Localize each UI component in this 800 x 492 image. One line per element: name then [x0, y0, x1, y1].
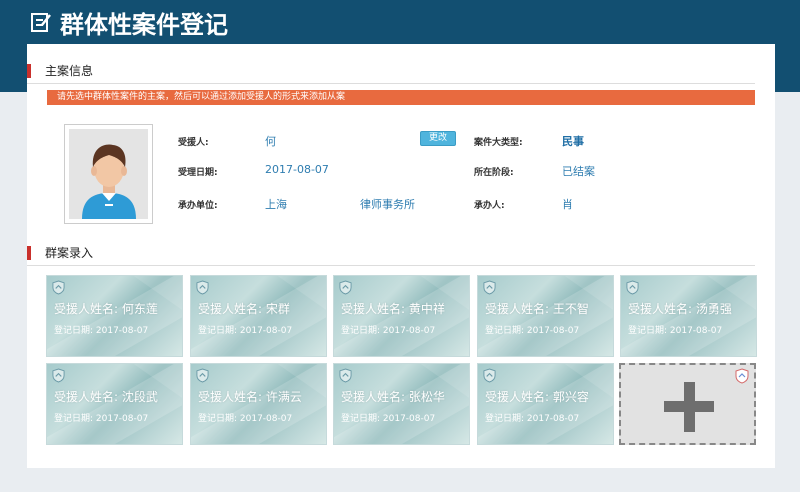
card-recipient-name: 受援人姓名: 沈段武: [54, 390, 158, 404]
card-recipient-name: 受援人姓名: 汤勇强: [628, 302, 732, 316]
main-panel: 主案信息 请先选中群体性案件的主案，然后可以通过添加受援人的形式来添加从案 受援…: [27, 44, 775, 468]
case-card[interactable]: 受援人姓名: 汤勇强登记日期: 2017-08-07: [620, 275, 757, 357]
case-card[interactable]: 受援人姓名: 郭兴容登记日期: 2017-08-07: [477, 363, 614, 445]
section-main-case: 主案信息: [27, 64, 755, 84]
shield-badge-icon: [626, 280, 639, 299]
case-type-value: 民事: [562, 135, 584, 148]
shield-badge-icon: [339, 280, 352, 299]
shield-badge-icon: [483, 368, 496, 387]
stage-label: 所在阶段:: [474, 168, 514, 178]
avatar-placeholder-icon: [69, 129, 148, 219]
unit-firm: 律师事务所: [360, 198, 415, 211]
card-recipient-name: 受援人姓名: 许满云: [198, 390, 302, 404]
card-register-date: 登记日期: 2017-08-07: [198, 326, 293, 336]
plus-icon-vertical: [684, 382, 695, 432]
case-card-grid: 受援人姓名: 郭兴容 登记日期: 2017-08-07 受援人姓名: 张松华 登记日期…: [46, 275, 758, 447]
card-recipient-name: 受援人姓名: 宋群: [198, 302, 290, 316]
shield-badge-icon: [483, 280, 496, 299]
section-marker: [27, 246, 31, 260]
notice-banner: 请先选中群体性案件的主案，然后可以通过添加受援人的形式来添加从案: [47, 90, 755, 105]
section-title: 主案信息: [45, 64, 94, 78]
card-register-date: 登记日期: 2017-08-07: [628, 326, 723, 336]
case-card[interactable]: 受援人姓名: 沈段武登记日期: 2017-08-07: [46, 363, 183, 445]
section-title: 群案录入: [45, 246, 94, 260]
case-type-label: 案件大类型:: [474, 138, 523, 148]
recipient-label: 受援人:: [178, 138, 209, 148]
recipient-value: 何: [265, 135, 276, 148]
handler-label: 承办人:: [474, 201, 505, 211]
unit-city: 上海: [265, 198, 287, 211]
card-register-date: 登记日期: 2017-08-07: [485, 414, 580, 424]
card-register-date: 登记日期: 2017-08-07: [54, 326, 149, 336]
card-register-date: 登记日期: 2017-08-07: [485, 326, 580, 336]
accept-date-value: 2017-08-07: [265, 163, 329, 176]
card-register-date: 登记日期: 2017-08-07: [341, 326, 436, 336]
case-card[interactable]: 受援人姓名: 许满云登记日期: 2017-08-07: [190, 363, 327, 445]
card-recipient-name: 受援人姓名: 王不智: [485, 302, 589, 316]
card-recipient-name: 受援人姓名: 何东莲: [54, 302, 158, 316]
shield-badge-icon: [196, 368, 209, 387]
avatar: [64, 124, 153, 224]
shield-badge-icon: [52, 280, 65, 299]
shield-badge-icon: [52, 368, 65, 387]
section-marker: [27, 64, 31, 78]
case-card[interactable]: 受援人姓名: 王不智登记日期: 2017-08-07: [477, 275, 614, 357]
shield-badge-icon: [339, 368, 352, 387]
shield-badge-icon: [735, 368, 749, 388]
section-group-cases: 群案录入: [27, 246, 755, 266]
handler-value: 肖: [562, 198, 573, 211]
case-card[interactable]: 受援人姓名: 何东莲登记日期: 2017-08-07: [46, 275, 183, 357]
page-title: 群体性案件登记: [30, 6, 228, 39]
stage-value: 已结案: [562, 165, 595, 178]
edit-icon: [30, 11, 52, 33]
card-register-date: 登记日期: 2017-08-07: [198, 414, 293, 424]
unit-label: 承办单位:: [178, 201, 218, 211]
add-case-button[interactable]: [619, 363, 756, 445]
case-card[interactable]: 受援人姓名: 黄中祥登记日期: 2017-08-07: [333, 275, 470, 357]
change-button[interactable]: 更改: [420, 131, 456, 146]
accept-date-label: 受理日期:: [178, 168, 218, 178]
shield-badge-icon: [196, 280, 209, 299]
card-register-date: 登记日期: 2017-08-07: [54, 414, 149, 424]
page-title-text: 群体性案件登记: [60, 10, 228, 39]
case-card[interactable]: 受援人姓名: 宋群登记日期: 2017-08-07: [190, 275, 327, 357]
card-recipient-name: 受援人姓名: 黄中祥: [341, 302, 445, 316]
card-recipient-name: 受援人姓名: 郭兴容: [485, 390, 589, 404]
card-recipient-name: 受援人姓名: 张松华: [341, 390, 445, 404]
case-card[interactable]: 受援人姓名: 张松华登记日期: 2017-08-07: [333, 363, 470, 445]
card-register-date: 登记日期: 2017-08-07: [341, 414, 436, 424]
